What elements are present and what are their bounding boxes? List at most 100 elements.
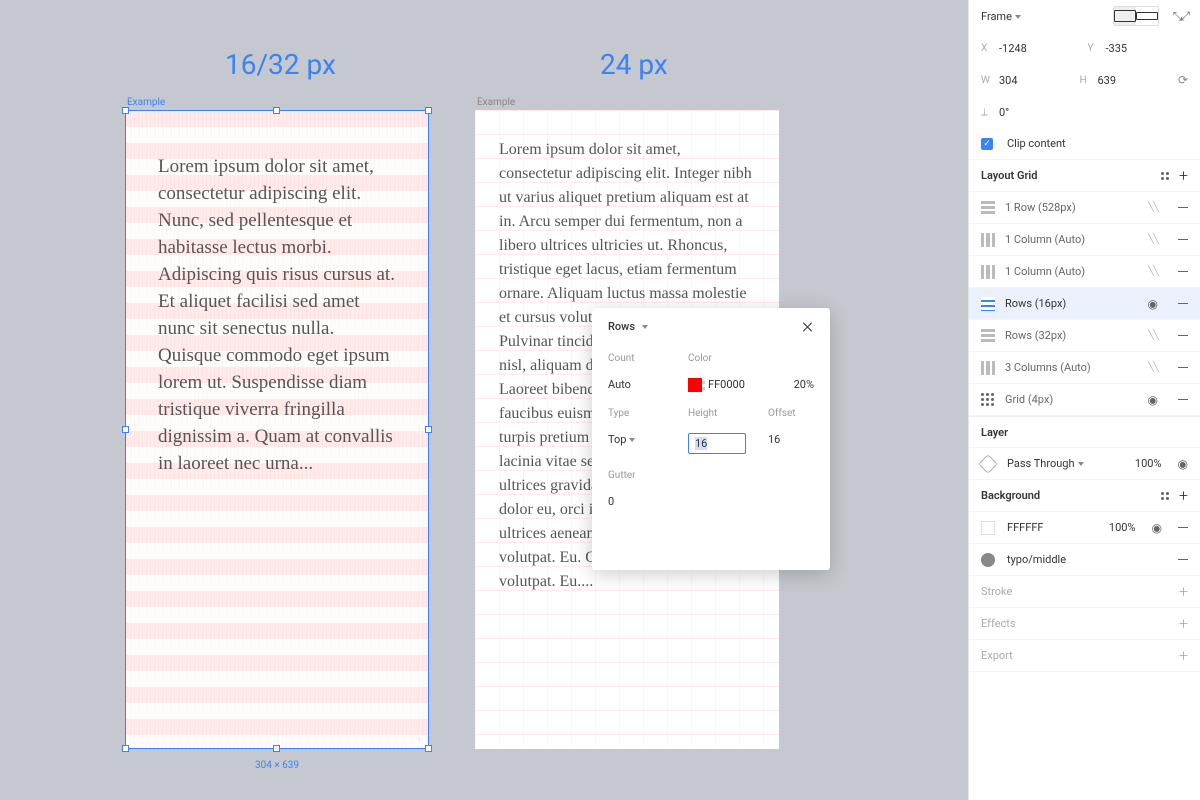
resize-handle-r[interactable]	[425, 426, 432, 433]
add-export-button[interactable]: +	[1179, 648, 1188, 664]
effects-section[interactable]: Effects +	[969, 608, 1200, 640]
color-swatch-icon	[688, 378, 702, 392]
remove-background-style-button[interactable]	[1178, 559, 1188, 560]
clip-content-checkbox[interactable]: ✓	[981, 138, 993, 150]
orientation-portrait[interactable]	[1114, 7, 1136, 25]
grid-item-label: 1 Column (Auto)	[1005, 233, 1138, 246]
columns-icon	[981, 265, 995, 279]
stroke-section[interactable]: Stroke +	[969, 576, 1200, 608]
remove-grid-button[interactable]	[1178, 239, 1188, 240]
visibility-on-icon[interactable]: ◉	[1148, 297, 1158, 311]
gutter-value[interactable]: 0	[608, 495, 688, 508]
layer-section: Layer	[969, 416, 1200, 448]
frame-example-1[interactable]: Lorem ipsum dolor sit amet, consectetur …	[125, 110, 429, 749]
columns-icon	[981, 361, 995, 375]
grid-styles-icon[interactable]	[1161, 172, 1169, 180]
height-input[interactable]: 16	[688, 433, 746, 454]
layout-grid-item[interactable]: Rows (32px)╲╲	[969, 320, 1200, 352]
background-opacity[interactable]: 100%	[1109, 521, 1136, 534]
layer-opacity[interactable]: 100%	[1135, 457, 1162, 470]
popover-title[interactable]: Rows	[608, 320, 648, 333]
remove-grid-button[interactable]	[1178, 303, 1188, 304]
add-stroke-button[interactable]: +	[1179, 584, 1188, 600]
visibility-off-icon[interactable]: ╲╲	[1148, 330, 1158, 341]
portrait-icon	[1114, 10, 1136, 22]
background-style-name[interactable]: typo/middle	[1007, 553, 1066, 566]
orientation-toggle[interactable]	[1113, 6, 1159, 26]
resize-handle-t[interactable]	[273, 107, 280, 114]
blend-mode-value: Pass Through	[1007, 457, 1075, 470]
blend-mode-select[interactable]: Pass Through	[1007, 457, 1084, 470]
chevron-down-icon	[1015, 15, 1021, 19]
resize-handle-br[interactable]	[425, 745, 432, 752]
layout-grid-item[interactable]: Grid (4px)◉	[969, 384, 1200, 416]
resize-handle-l[interactable]	[122, 426, 129, 433]
offset-value[interactable]: 16	[768, 433, 814, 454]
properties-panel: Frame ⤡⤢ X-1248 Y-335 W304 H639 ⟳ ⟂0° ✓ …	[968, 0, 1200, 800]
remove-grid-button[interactable]	[1178, 207, 1188, 208]
remove-grid-button[interactable]	[1178, 335, 1188, 336]
add-effect-button[interactable]: +	[1179, 616, 1188, 632]
visibility-on-icon[interactable]: ◉	[1148, 393, 1158, 407]
x-field[interactable]: -1248	[999, 42, 1082, 55]
add-layout-grid-button[interactable]: +	[1179, 168, 1188, 184]
resize-handle-bl[interactable]	[122, 745, 129, 752]
rotation-field[interactable]: 0°	[999, 106, 1188, 119]
y-field[interactable]: -335	[1106, 42, 1189, 55]
color-label: Color	[688, 353, 768, 364]
close-icon[interactable]	[802, 321, 814, 333]
chevron-down-icon	[629, 438, 635, 442]
orientation-landscape[interactable]	[1136, 7, 1158, 25]
remove-background-button[interactable]	[1178, 527, 1188, 528]
export-section[interactable]: Export +	[969, 640, 1200, 672]
chevron-down-icon	[642, 325, 648, 329]
resize-to-fit-icon[interactable]: ⤡⤢	[1173, 9, 1188, 24]
fill-styles-icon[interactable]	[1161, 492, 1169, 500]
type-label: Type	[608, 408, 688, 419]
color-field[interactable]: FF0000	[688, 378, 768, 392]
resize-handle-tl[interactable]	[122, 107, 129, 114]
layer-visibility-icon[interactable]: ◉	[1178, 457, 1188, 471]
resize-handle-tr[interactable]	[425, 107, 432, 114]
count-value[interactable]: Auto	[608, 378, 688, 392]
visibility-off-icon[interactable]: ╲╲	[1148, 266, 1158, 277]
height-label: Height	[688, 408, 768, 419]
layout-grid-item[interactable]: 1 Row (528px) ╲╲	[969, 192, 1200, 224]
background-swatch[interactable]	[981, 521, 995, 535]
rotation-icon: ⟂	[981, 107, 993, 118]
layout-grid-item[interactable]: 3 Columns (Auto)╲╲	[969, 352, 1200, 384]
count-label: Count	[608, 353, 688, 364]
frame-type-label: Frame	[981, 10, 1012, 23]
remove-grid-button[interactable]	[1178, 399, 1188, 400]
layout-grid-item[interactable]: 1 Column (Auto)╲╲	[969, 256, 1200, 288]
frame-label-1[interactable]: Example	[127, 97, 165, 108]
visibility-off-icon[interactable]: ╲╲	[1148, 202, 1158, 213]
visibility-off-icon[interactable]: ╲╲	[1148, 234, 1158, 245]
resize-handle-b[interactable]	[273, 745, 280, 752]
background-style-icon[interactable]	[981, 553, 995, 567]
export-title: Export	[981, 649, 1013, 662]
background-hex[interactable]: FFFFFF	[1007, 521, 1043, 534]
layout-grid-item[interactable]: Rows (16px) ◉	[969, 288, 1200, 320]
color-opacity[interactable]: 20%	[768, 378, 814, 392]
grid-item-label: Rows (16px)	[1005, 297, 1138, 310]
w-field[interactable]: 304	[999, 74, 1073, 87]
columns-icon	[981, 233, 995, 247]
remove-grid-button[interactable]	[1178, 367, 1188, 368]
layout-grid-item[interactable]: 1 Column (Auto) ╲╲	[969, 224, 1200, 256]
frame-label-2[interactable]: Example	[477, 97, 515, 108]
height-value: 16	[695, 437, 707, 450]
remove-grid-button[interactable]	[1178, 271, 1188, 272]
background-visibility-icon[interactable]: ◉	[1152, 521, 1162, 535]
constrain-proportions-icon[interactable]: ⟳	[1178, 73, 1188, 87]
frame-type-select[interactable]: Frame	[981, 10, 1021, 23]
visibility-off-icon[interactable]: ╲╲	[1148, 362, 1158, 373]
selection-dimensions: 304 × 639	[125, 760, 429, 771]
offset-label: Offset	[768, 408, 814, 419]
clip-content-label: Clip content	[1007, 137, 1066, 150]
h-field[interactable]: 639	[1097, 74, 1171, 87]
layer-title: Layer	[981, 426, 1008, 439]
grid-item-label: 1 Row (528px)	[1005, 201, 1138, 214]
type-select[interactable]: Top	[608, 433, 688, 454]
add-background-button[interactable]: +	[1179, 488, 1188, 504]
